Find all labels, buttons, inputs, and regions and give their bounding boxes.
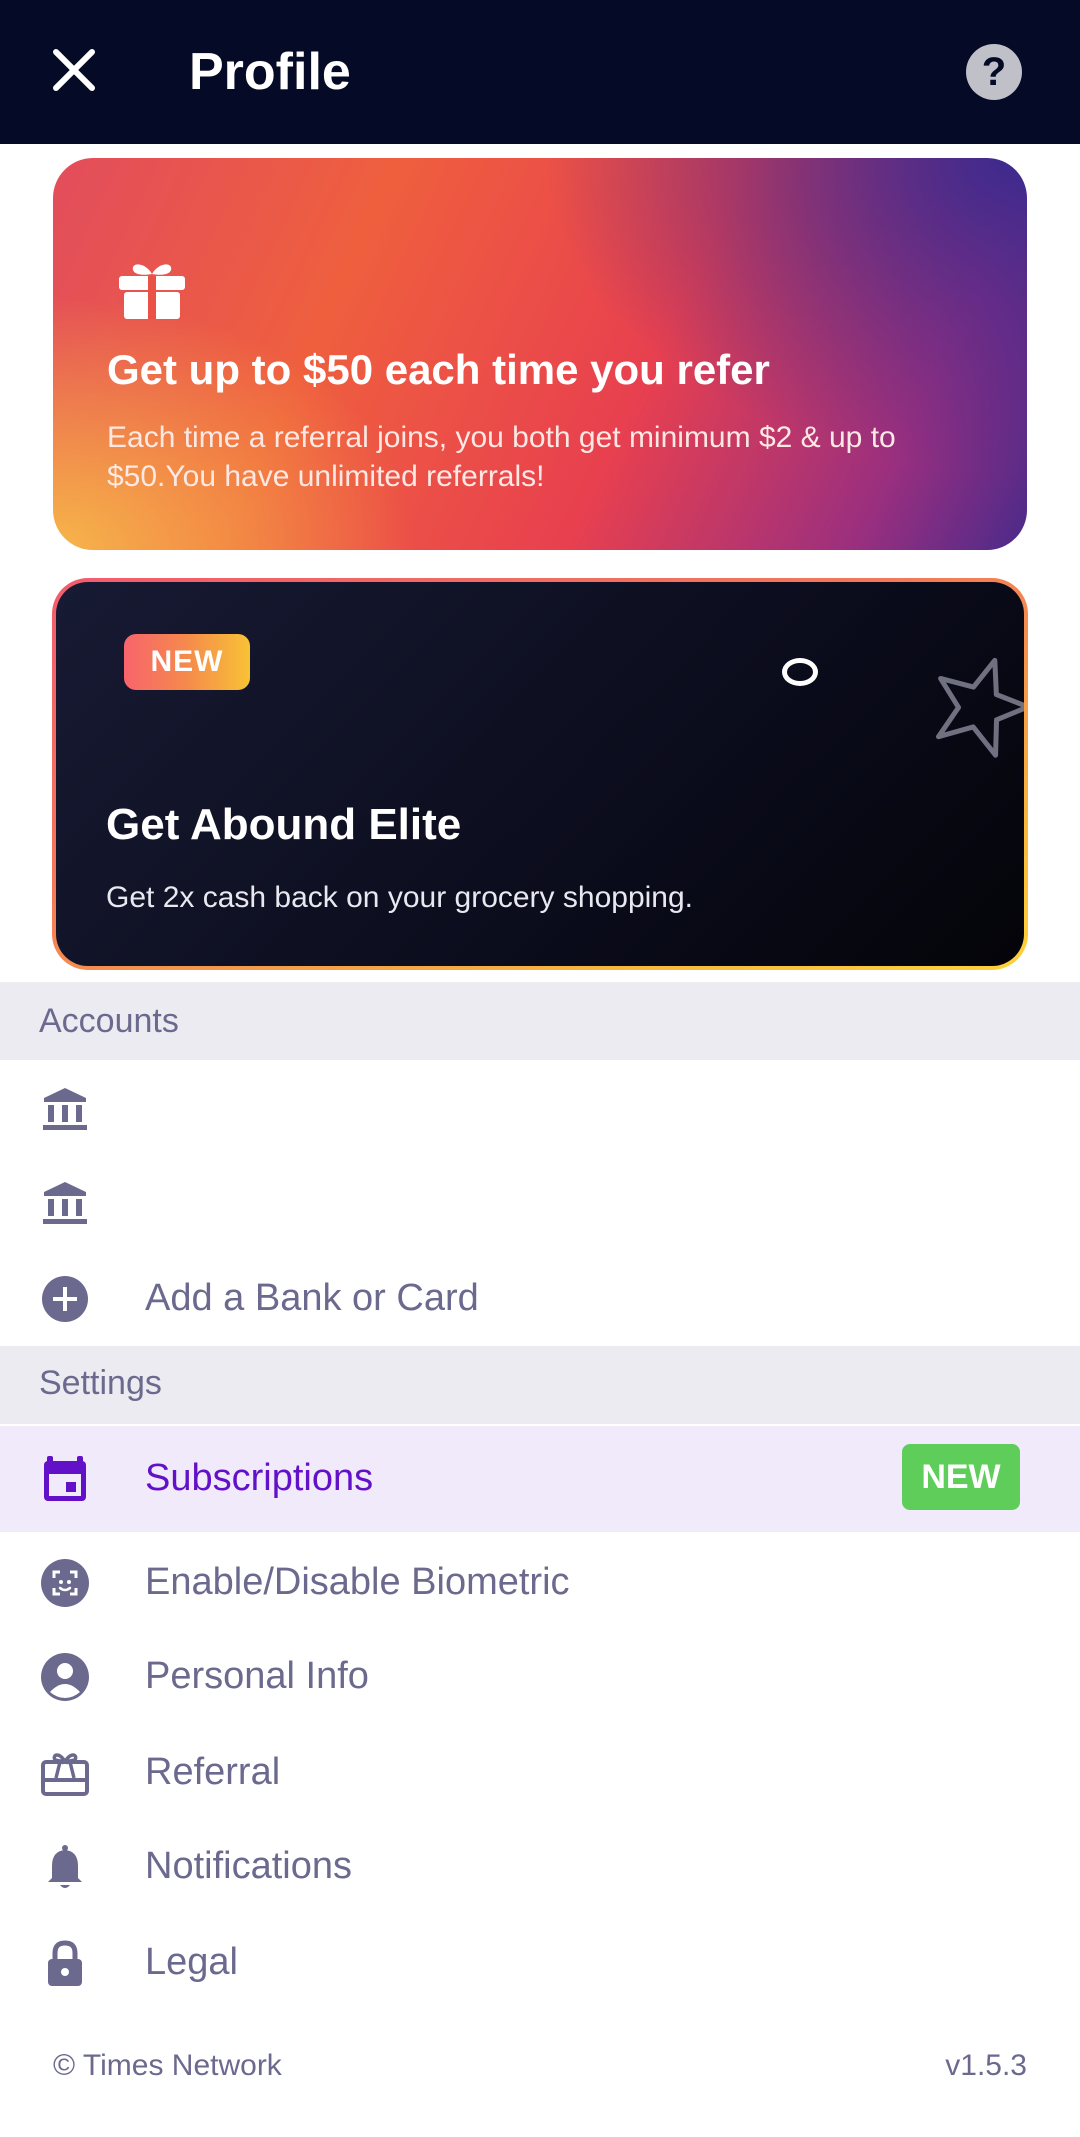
bank-icon xyxy=(43,1088,87,1130)
copyright-text: © Times Network xyxy=(53,2049,282,2082)
settings-item-referral[interactable]: Referral xyxy=(0,1726,1080,1818)
gift-icon xyxy=(119,264,185,319)
subscriptions-label: Subscriptions xyxy=(145,1457,374,1499)
lock-icon xyxy=(48,1940,82,1986)
accounts-header-label: Accounts xyxy=(39,1002,179,1040)
bell-icon xyxy=(48,1845,82,1888)
settings-item-personal-info[interactable]: Personal Info xyxy=(0,1630,1080,1722)
bank-icon xyxy=(43,1182,87,1224)
settings-section-header: Settings xyxy=(0,1346,1080,1424)
gift-card-icon xyxy=(41,1753,89,1796)
elite-title: Get Abound Elite xyxy=(106,800,462,849)
account-row[interactable] xyxy=(0,1156,1080,1248)
face-id-icon xyxy=(41,1559,89,1607)
close-icon xyxy=(53,49,95,91)
page-title: Profile xyxy=(189,43,351,101)
help-icon: ? xyxy=(981,50,1007,94)
settings-item-subscriptions[interactable]: Subscriptions NEW xyxy=(0,1426,1080,1532)
top-bar: Profile ? xyxy=(0,0,1080,144)
biometric-label: Enable/Disable Biometric xyxy=(145,1561,570,1603)
app-version: v1.5.3 xyxy=(945,2049,1027,2082)
account-row[interactable] xyxy=(0,1062,1080,1154)
help-button[interactable]: ? xyxy=(966,44,1022,100)
add-circle-icon xyxy=(42,1276,88,1322)
legal-label: Legal xyxy=(145,1941,238,1983)
settings-item-biometric[interactable]: Enable/Disable Biometric xyxy=(0,1536,1080,1628)
accounts-section-header: Accounts xyxy=(0,982,1080,1060)
elite-card-body: NEW Get Abound Elite Get 2x cash back on… xyxy=(56,582,1024,966)
referral-description: Each time a referral joins, you both get… xyxy=(107,421,896,493)
settings-item-legal[interactable]: Legal xyxy=(0,1916,1080,2008)
person-circle-icon xyxy=(41,1653,89,1701)
settings-item-notifications[interactable]: Notifications xyxy=(0,1820,1080,1912)
add-bank-or-card-row[interactable]: Add a Bank or Card xyxy=(0,1252,1080,1344)
new-badge: NEW xyxy=(902,1444,1020,1510)
star-decoration-icon xyxy=(935,657,1024,758)
close-button[interactable] xyxy=(42,38,106,102)
settings-header-label: Settings xyxy=(39,1364,162,1402)
referral-title: Get up to $50 each time you refer xyxy=(107,346,770,393)
personal-info-label: Personal Info xyxy=(145,1655,369,1697)
new-badge: NEW xyxy=(124,634,250,690)
elite-description: Get 2x cash back on your grocery shoppin… xyxy=(106,881,693,914)
referral-promo-card[interactable]: Get up to $50 each time you refer Each t… xyxy=(53,158,1027,550)
ring-decoration-icon xyxy=(782,658,818,686)
notifications-label: Notifications xyxy=(145,1845,352,1887)
elite-promo-card[interactable]: NEW Get Abound Elite Get 2x cash back on… xyxy=(52,578,1028,970)
add-bank-or-card-label: Add a Bank or Card xyxy=(145,1277,479,1319)
calendar-icon xyxy=(44,1456,86,1501)
referral-label: Referral xyxy=(145,1751,281,1793)
redacted-account-name xyxy=(145,1092,445,1112)
